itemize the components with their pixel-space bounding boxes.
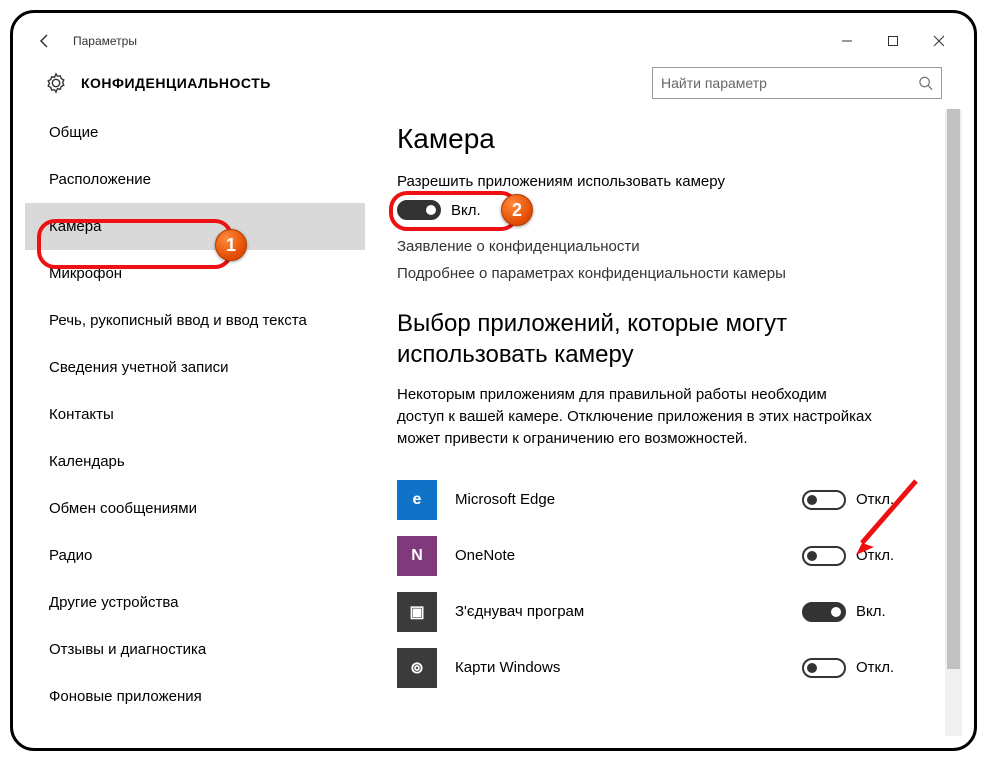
back-button[interactable] bbox=[25, 25, 65, 57]
learn-more-link[interactable]: Подробнее о параметрах конфиденциальност… bbox=[397, 265, 922, 282]
sidebar-item-label: Камера bbox=[49, 218, 101, 235]
body: Общие Расположение Камера Микрофон Речь, рук… bbox=[25, 109, 962, 736]
privacy-statement-link[interactable]: Заявление о конфиденциальности bbox=[397, 238, 922, 255]
sidebar-item-12[interactable]: Фоновые приложения bbox=[25, 673, 365, 720]
annotation-badge-1: 1 bbox=[215, 229, 247, 261]
sidebar-item-11[interactable]: Отзывы и диагностика bbox=[25, 626, 365, 673]
app-name-label: OneNote bbox=[455, 547, 802, 564]
app-toggle-wrap: Откл. bbox=[802, 658, 922, 678]
sidebar-item-4[interactable]: Речь, рукописный ввод и ввод текста bbox=[25, 297, 365, 344]
search-box[interactable] bbox=[652, 67, 942, 99]
sidebar-item-8[interactable]: Обмен сообщениями bbox=[25, 485, 365, 532]
maximize-icon bbox=[887, 35, 899, 47]
sidebar-item-label: Контакты bbox=[49, 406, 114, 423]
vertical-scrollbar[interactable] bbox=[945, 109, 962, 736]
search-input[interactable] bbox=[661, 68, 918, 98]
sidebar-item-6[interactable]: Контакты bbox=[25, 391, 365, 438]
sidebar-item-label: Общие bbox=[49, 124, 98, 141]
sidebar-item-5[interactable]: Сведения учетной записи bbox=[25, 344, 365, 391]
annotation-badge-2: 2 bbox=[501, 194, 533, 226]
apps-heading: Выбор приложений, которые могут использо… bbox=[397, 308, 922, 370]
app-row: N OneNote Откл. bbox=[397, 528, 922, 584]
sidebar-item-label: Календарь bbox=[49, 453, 125, 470]
app-name-label: З'єднувач програм bbox=[455, 603, 802, 620]
sidebar-item-2[interactable]: Камера bbox=[25, 203, 365, 250]
sidebar: Общие Расположение Камера Микрофон Речь, рук… bbox=[25, 109, 365, 736]
search-icon bbox=[918, 75, 933, 91]
app-toggle-wrap: Откл. bbox=[802, 546, 922, 566]
sidebar-item-label: Отзывы и диагностика bbox=[49, 641, 206, 658]
app-toggle-wrap: Откл. bbox=[802, 490, 922, 510]
app-row: e Microsoft Edge Откл. bbox=[397, 472, 922, 528]
close-icon bbox=[933, 35, 945, 47]
onenote-icon: N bbox=[397, 536, 437, 576]
maps-icon: ⊚ bbox=[397, 648, 437, 688]
app-toggle[interactable] bbox=[802, 602, 846, 622]
app-row: ▣ З'єднувач програм Вкл. bbox=[397, 584, 922, 640]
app-toggle-wrap: Вкл. bbox=[802, 602, 922, 622]
scrollbar-thumb[interactable] bbox=[947, 109, 960, 669]
section-title: КОНФИДЕНЦИАЛЬНОСТЬ bbox=[81, 75, 271, 91]
close-button[interactable] bbox=[916, 25, 962, 57]
sidebar-item-label: Расположение bbox=[49, 171, 151, 188]
sidebar-item-label: Сведения учетной записи bbox=[49, 359, 229, 376]
window-title: Параметры bbox=[65, 34, 137, 48]
app-toggle[interactable] bbox=[802, 658, 846, 678]
sidebar-item-1[interactable]: Расположение bbox=[25, 156, 365, 203]
sidebar-item-label: Фоновые приложения bbox=[49, 688, 202, 705]
maximize-button[interactable] bbox=[870, 25, 916, 57]
app-toggle-state: Откл. bbox=[856, 547, 894, 564]
settings-window: Параметры КОНФИДЕНЦИАЛЬНОСТЬ Общие Распол… bbox=[25, 25, 962, 736]
apps-list: e Microsoft Edge Откл. N OneNote Откл. ▣ З'єдну… bbox=[397, 472, 922, 696]
page-title: Камера bbox=[397, 123, 922, 155]
content-pane: Камера Разрешить приложениям использоват… bbox=[365, 109, 962, 736]
app-toggle[interactable] bbox=[802, 546, 846, 566]
master-toggle-state: Вкл. bbox=[451, 202, 481, 219]
minimize-button[interactable] bbox=[824, 25, 870, 57]
gear-icon bbox=[45, 72, 67, 94]
edge-icon: e bbox=[397, 480, 437, 520]
apps-description: Некоторым приложениям для правильной раб… bbox=[397, 384, 877, 449]
master-toggle[interactable] bbox=[397, 200, 441, 220]
sidebar-item-10[interactable]: Другие устройства bbox=[25, 579, 365, 626]
sidebar-item-7[interactable]: Календарь bbox=[25, 438, 365, 485]
sidebar-item-0[interactable]: Общие bbox=[25, 109, 365, 156]
titlebar: Параметры bbox=[25, 25, 962, 57]
app-toggle[interactable] bbox=[802, 490, 846, 510]
sidebar-item-label: Микрофон bbox=[49, 265, 122, 282]
app-toggle-state: Вкл. bbox=[856, 603, 886, 620]
outer-frame: Параметры КОНФИДЕНЦИАЛЬНОСТЬ Общие Распол… bbox=[10, 10, 977, 751]
sidebar-item-label: Радио bbox=[49, 547, 92, 564]
app-toggle-state: Откл. bbox=[856, 491, 894, 508]
sidebar-item-3[interactable]: Микрофон bbox=[25, 250, 365, 297]
minimize-icon bbox=[841, 35, 853, 47]
connector-icon: ▣ bbox=[397, 592, 437, 632]
header: КОНФИДЕНЦИАЛЬНОСТЬ bbox=[25, 57, 962, 109]
app-toggle-state: Откл. bbox=[856, 659, 894, 676]
sidebar-item-label: Обмен сообщениями bbox=[49, 500, 197, 517]
sidebar-item-label: Другие устройства bbox=[49, 594, 178, 611]
arrow-left-icon bbox=[37, 33, 53, 49]
app-row: ⊚ Карти Windows Откл. bbox=[397, 640, 922, 696]
allow-label: Разрешить приложениям использовать камер… bbox=[397, 173, 922, 190]
app-name-label: Microsoft Edge bbox=[455, 491, 802, 508]
app-name-label: Карти Windows bbox=[455, 659, 802, 676]
sidebar-item-label: Речь, рукописный ввод и ввод текста bbox=[49, 312, 307, 329]
master-toggle-row: Вкл. 2 bbox=[397, 200, 922, 220]
sidebar-item-9[interactable]: Радио bbox=[25, 532, 365, 579]
